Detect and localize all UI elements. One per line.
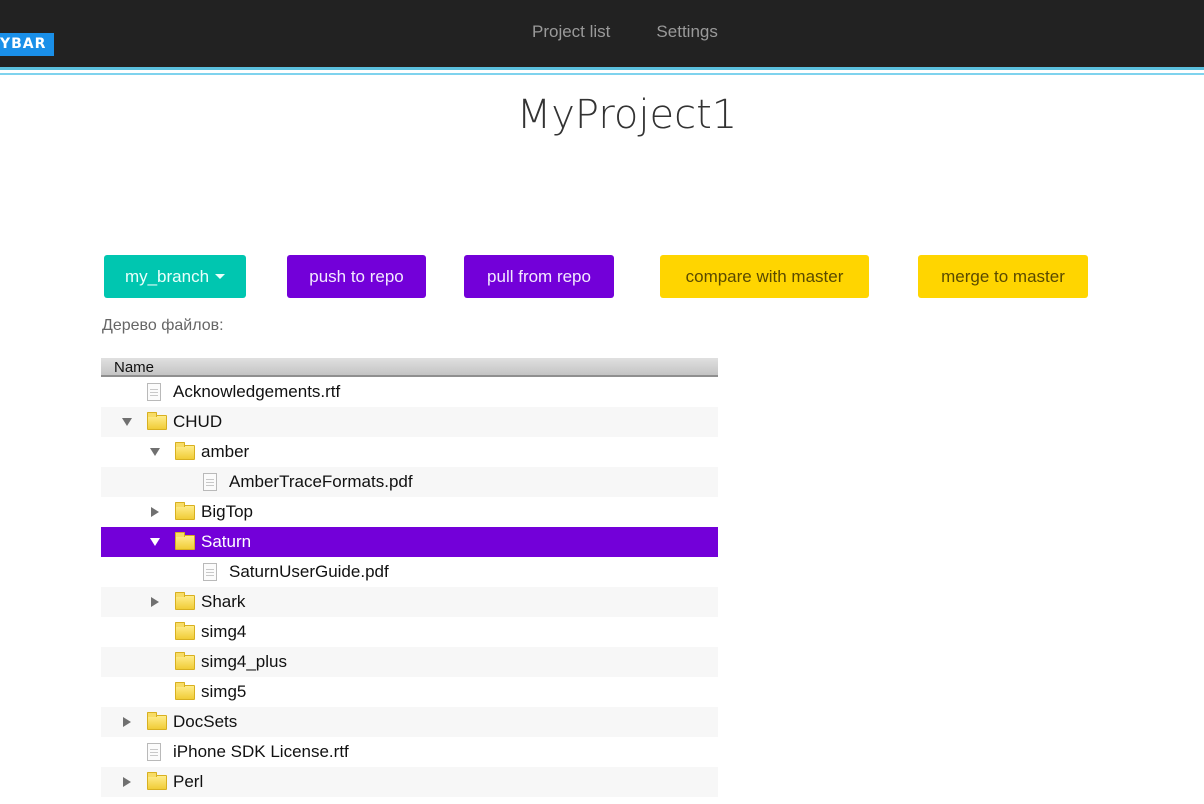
tree-item-name: iPhone SDK License.rtf [173, 742, 349, 761]
expand-right-arrow-icon[interactable] [122, 777, 132, 787]
file-icon [147, 743, 165, 761]
tree-item-name: simg4_plus [201, 652, 287, 671]
tree-row[interactable]: SaturnUserGuide.pdf [101, 557, 718, 587]
branch-dropdown-label: my_branch [124, 266, 210, 286]
folder-icon [147, 772, 167, 791]
file-icon [203, 563, 221, 581]
tree-row[interactable]: Shark [101, 587, 718, 617]
tree-row[interactable]: CHUD [101, 407, 718, 437]
expand-down-arrow-icon[interactable] [150, 537, 160, 547]
folder-icon [175, 442, 195, 461]
expand-down-arrow-icon[interactable] [122, 417, 132, 427]
merge-to-master-button[interactable]: merge to master [918, 255, 1088, 298]
tree-item-name: amber [201, 442, 250, 461]
tree-row[interactable]: simg4_plus [101, 647, 718, 677]
tree-row[interactable]: simg5 [101, 677, 718, 707]
folder-icon [175, 592, 195, 611]
tree-item-name: BigTop [201, 502, 253, 521]
expand-right-arrow-icon[interactable] [122, 717, 132, 727]
tree-item-name: Shark [201, 592, 246, 611]
compare-with-master-button[interactable]: compare with master [660, 255, 869, 298]
branch-dropdown-button[interactable]: my_branch [104, 255, 246, 298]
tree-item-name: Acknowledgements.rtf [173, 382, 341, 401]
tree-row[interactable]: amber [101, 437, 718, 467]
file-icon [147, 383, 165, 401]
tree-item-name: Saturn [201, 532, 252, 551]
file-icon [203, 473, 221, 491]
folder-icon [175, 652, 195, 671]
folder-icon [147, 712, 167, 731]
expand-right-arrow-icon[interactable] [150, 507, 160, 517]
file-tree-label: Дерево файлов: [102, 317, 224, 334]
tree-row[interactable]: iPhone SDK License.rtf [101, 737, 718, 767]
tree-item-name: Perl [173, 772, 204, 791]
tree-column-header[interactable]: Name [101, 358, 718, 377]
folder-icon [175, 622, 195, 641]
expand-right-arrow-icon[interactable] [150, 597, 160, 607]
tree-row[interactable]: AmberTraceFormats.pdf [101, 467, 718, 497]
tree-item-name: DocSets [173, 712, 238, 731]
tree-row[interactable]: Acknowledgements.rtf [101, 377, 718, 407]
expand-down-arrow-icon[interactable] [150, 447, 160, 457]
folder-icon [175, 682, 195, 701]
push-to-repo-button[interactable]: push to repo [287, 255, 426, 298]
tree-row[interactable]: Perl [101, 767, 718, 797]
tree-item-name: simg5 [201, 682, 247, 701]
nav-project-list-link[interactable]: Project list [532, 22, 610, 42]
nav-settings-link[interactable]: Settings [656, 22, 717, 42]
tree-row[interactable]: simg4 [101, 617, 718, 647]
pull-from-repo-button[interactable]: pull from repo [464, 255, 614, 298]
tree-item-name: CHUD [173, 412, 223, 431]
brand-logo[interactable]: YBAR [0, 33, 55, 56]
tree-item-name: SaturnUserGuide.pdf [229, 562, 389, 581]
top-navbar: YBAR Project list Settings [0, 0, 1204, 75]
folder-icon [175, 532, 195, 551]
tree-row[interactable]: DocSets [101, 707, 718, 737]
tree-row[interactable]: Saturn [101, 527, 718, 557]
tree-item-name: AmberTraceFormats.pdf [229, 472, 413, 491]
folder-icon [175, 502, 195, 521]
page-title: MyProject1 [516, 92, 738, 138]
tree-row[interactable]: BigTop [101, 497, 718, 527]
caret-down-icon [215, 274, 226, 279]
tree-item-name: simg4 [201, 622, 247, 641]
file-tree: Name Acknowledgements.rtf CHUD amber AmberT… [101, 358, 718, 797]
folder-icon [147, 412, 167, 431]
tree-rows: Acknowledgements.rtf CHUD amber AmberTraceF… [101, 377, 718, 797]
nav-links: Project list Settings [532, 22, 718, 42]
